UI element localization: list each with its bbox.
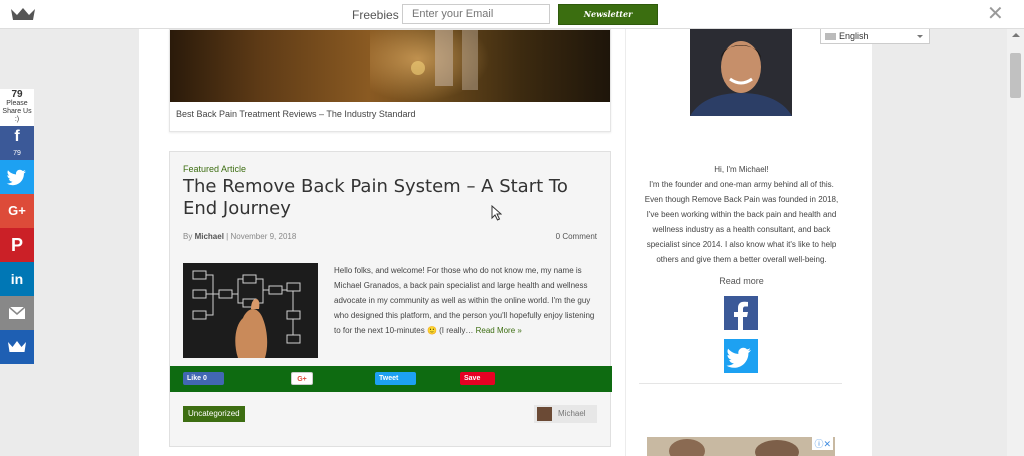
language-select[interactable]: English [820, 28, 930, 44]
share-counter: 79 Please Share Us :) [0, 89, 34, 126]
read-more-link[interactable]: Read More » [476, 326, 522, 335]
sidebar-divider [625, 29, 626, 456]
crown-icon[interactable] [10, 7, 36, 26]
share-bar: Like 0 G+ Tweet Save [170, 366, 612, 392]
excerpt-text: Hello folks, and welcome! For those who … [334, 266, 595, 335]
featured-post-card: Featured Article The Remove Back Pain Sy… [169, 151, 612, 447]
meta-author[interactable]: Michael [195, 232, 224, 241]
share-pinterest-button[interactable]: P [0, 228, 34, 262]
sidebar-separator [639, 383, 842, 384]
post-card[interactable]: Best Back Pain Treatment Reviews – The I… [169, 29, 611, 132]
share-sumo-button[interactable] [0, 330, 34, 364]
freebies-label: Freebies [352, 8, 399, 22]
google-plus-icon: G+ [8, 203, 26, 218]
pinterest-save-button[interactable]: Save [460, 372, 495, 385]
share-prompt-3: :) [14, 116, 20, 123]
facebook-share-count: 79 [13, 150, 21, 157]
author-box[interactable]: Michael [534, 405, 597, 423]
email-icon [8, 306, 26, 319]
post-meta: By Michael | November 9, 2018 [183, 232, 296, 241]
bio-greeting: Hi, I'm Michael! [714, 165, 769, 174]
category-badge[interactable]: Uncategorized [183, 406, 245, 422]
post-title[interactable]: The Remove Back Pain System – A Start To… [183, 176, 603, 220]
close-icon[interactable]: ✕ [987, 4, 1004, 24]
facebook-like-button[interactable]: Like 0 [183, 372, 224, 385]
ad-banner[interactable]: ⓘ✕ [647, 437, 835, 456]
post-image[interactable] [170, 30, 610, 102]
avatar [537, 407, 552, 421]
mouse-cursor-icon [491, 205, 502, 221]
bio-text: I'm the founder and one-man army behind … [644, 180, 839, 264]
tweet-button[interactable]: Tweet [375, 372, 416, 385]
featured-label: Featured Article [183, 164, 247, 174]
meta-by: By [183, 232, 193, 241]
post-excerpt: Hello folks, and welcome! For those who … [334, 263, 600, 338]
post-caption[interactable]: Best Back Pain Treatment Reviews – The I… [176, 109, 415, 119]
twitter-icon [6, 169, 26, 186]
meta-separator: | [226, 232, 229, 241]
top-bar: Freebies Newsletter ✕ [0, 0, 1024, 29]
post-thumbnail[interactable] [183, 263, 318, 358]
facebook-icon: f [14, 128, 20, 145]
comment-count[interactable]: 0 Comment [556, 232, 597, 241]
facebook-icon[interactable] [724, 296, 758, 330]
chevron-down-icon [917, 35, 923, 38]
scroll-up-icon[interactable] [1012, 33, 1020, 37]
twitter-icon[interactable] [724, 339, 758, 373]
language-selected: English [839, 31, 869, 41]
share-prompt-1: Please [6, 100, 28, 107]
share-prompt-2: Share Us [2, 108, 32, 115]
author-name[interactable]: Michael [558, 409, 586, 418]
bio-read-more-link[interactable]: Read more [639, 276, 844, 286]
profile-photo [690, 29, 792, 116]
linkedin-icon: in [10, 271, 24, 287]
crown-icon [8, 341, 26, 352]
newsletter-button[interactable]: Newsletter [558, 4, 658, 25]
google-plus-button[interactable]: G+ [291, 372, 313, 385]
flag-icon [825, 33, 836, 40]
ad-close-icon[interactable]: ⓘ✕ [812, 437, 833, 450]
pinterest-icon: P [10, 235, 23, 255]
share-email-button[interactable] [0, 296, 34, 330]
share-twitter-button[interactable] [0, 160, 34, 194]
share-google-plus-button[interactable]: G+ [0, 194, 34, 228]
share-facebook-button[interactable]: f 79 [0, 126, 34, 160]
author-bio: Hi, I'm Michael! I'm the founder and one… [639, 162, 844, 267]
share-linkedin-button[interactable]: in [0, 262, 34, 296]
email-input[interactable] [402, 4, 550, 24]
scrollbar-thumb[interactable] [1010, 53, 1021, 98]
meta-date: November 9, 2018 [230, 232, 297, 241]
share-count: 79 [11, 89, 23, 100]
